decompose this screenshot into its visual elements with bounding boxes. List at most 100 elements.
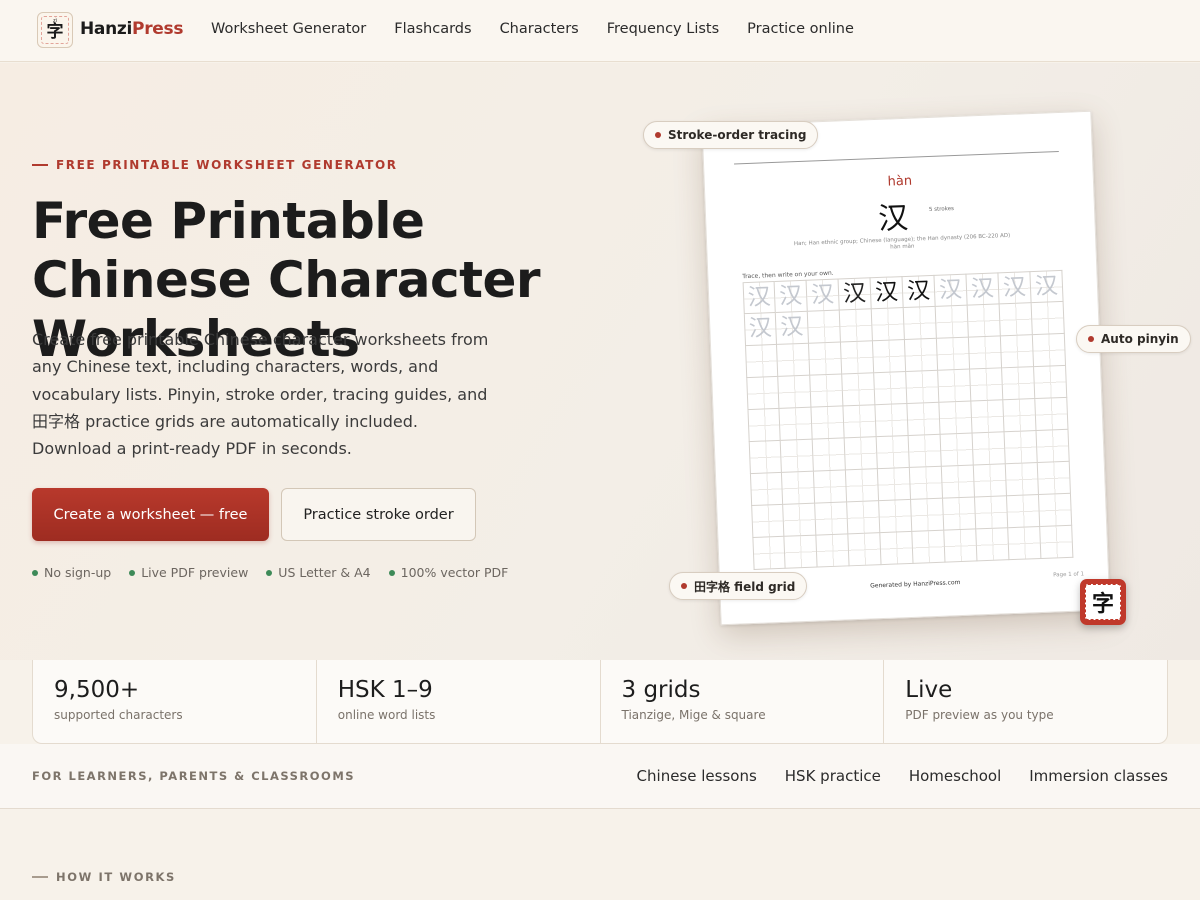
grid-cell: [909, 466, 944, 500]
logo-tile: zì 字: [41, 16, 69, 44]
grid-cell: [844, 437, 878, 471]
nav-link-characters[interactable]: Characters: [500, 21, 579, 37]
logo-icon[interactable]: zì 字: [37, 12, 73, 48]
grid-cell: 汉: [838, 277, 872, 311]
pill-field-grid: 田字格 field grid: [669, 572, 808, 600]
grid-cell: [843, 405, 877, 439]
grid-cell: [752, 536, 786, 570]
sheet-character: 汉: [877, 200, 909, 237]
grid-cell: [871, 308, 905, 342]
eyebrow-text: FREE PRINTABLE WORKSHEET GENERATOR: [56, 158, 398, 172]
logo-char: 字: [46, 22, 64, 42]
grid-cell: 汉: [806, 278, 840, 312]
grid-cell: [944, 529, 978, 563]
grid-cell: [941, 465, 976, 499]
grid-cell: [943, 497, 977, 531]
feature-checks: No sign-up Live PDF preview US Letter & …: [32, 565, 526, 580]
grid-cell: [784, 535, 818, 569]
brand-name[interactable]: HanziPress: [80, 19, 183, 39]
sheet-divider: [734, 150, 1059, 165]
nav-link-worksheet-generator[interactable]: Worksheet Generator: [211, 21, 366, 37]
grid-cell: [936, 337, 971, 371]
grid-cell: [874, 371, 908, 406]
stat-item: 9,500+ supported characters: [33, 660, 317, 743]
sheet-page-number: Page 1 of 1: [1053, 571, 1085, 579]
stat-label: supported characters: [54, 708, 183, 722]
worksheet-preview: hàn 汉 5 strokes Han; Han ethnic group; C…: [701, 110, 1111, 626]
grid-cell: [912, 530, 946, 564]
grid-cell: 汉: [902, 274, 936, 309]
grid-cell: [1004, 431, 1038, 465]
grid-cell: [911, 498, 945, 532]
grid-cell: [812, 438, 846, 472]
how-it-works-heading: HOW IT WORKS: [32, 870, 176, 884]
pill-stroke-order: Stroke-order tracing: [643, 121, 819, 149]
create-worksheet-button[interactable]: Create a worksheet — free: [32, 488, 269, 541]
check-label: Live PDF preview: [141, 565, 249, 580]
grid-cell: [781, 471, 816, 505]
nav-link-frequency-lists[interactable]: Frequency Lists: [607, 21, 719, 37]
grid-cell: [745, 344, 779, 379]
nav-link-practice-online[interactable]: Practice online: [747, 21, 854, 37]
pill-auto-pinyin: Auto pinyin: [1076, 325, 1191, 353]
audience-link-chinese-lessons[interactable]: Chinese lessons: [637, 767, 757, 785]
grid-cell: [779, 407, 813, 441]
grid-cell: [810, 374, 844, 408]
pill-dot-icon: [1088, 336, 1094, 342]
grid-cell: [1037, 461, 1071, 495]
grid-cell: [816, 534, 850, 568]
grid-cell: [906, 370, 940, 404]
grid-cell: [748, 440, 782, 475]
check-dot-icon: [266, 569, 273, 576]
grid-cell: [972, 432, 1006, 466]
eyebrow-dash: [32, 164, 48, 166]
audience-link-homeschool[interactable]: Homeschool: [909, 767, 1001, 785]
grid-cell: [777, 343, 811, 377]
audience-links: Chinese lessons HSK practice Homeschool …: [609, 767, 1168, 785]
grid-cell: [807, 310, 841, 344]
practice-stroke-order-button[interactable]: Practice stroke order: [281, 488, 476, 541]
grid-cell: [1034, 365, 1068, 400]
grid-cell: [877, 467, 912, 502]
stat-label: PDF preview as you type: [905, 708, 1054, 722]
audience-link-immersion-classes[interactable]: Immersion classes: [1029, 767, 1168, 785]
grid-cell: [876, 435, 910, 470]
grid-cell: 汉: [774, 279, 808, 313]
grid-cell: [967, 304, 1001, 338]
grid-cell: [840, 341, 875, 375]
check-label: No sign-up: [44, 565, 112, 580]
grid-cell: [908, 434, 942, 468]
nav-link-flashcards[interactable]: Flashcards: [394, 21, 471, 37]
grid-cell: [839, 309, 873, 343]
grid-cell: [848, 533, 882, 567]
check-dot-icon: [388, 569, 395, 576]
grid-cell: 汉: [870, 276, 904, 310]
grid-cell: [999, 303, 1033, 337]
check-item: 100% vector PDF: [388, 565, 508, 580]
check-item: US Letter & A4: [266, 565, 371, 580]
grid-cell: [935, 305, 969, 339]
grid-cell: 汉: [742, 280, 776, 315]
grid-cell: 汉: [966, 272, 1000, 306]
grid-cell: [1005, 463, 1039, 497]
stat-item: 3 grids Tianzige, Mige & square: [601, 660, 885, 743]
grid-cell: [813, 470, 848, 504]
grid-cell: [968, 336, 1003, 370]
audience-strip: FOR LEARNERS, PARENTS & CLASSROOMS Chine…: [0, 744, 1200, 809]
check-label: US Letter & A4: [278, 565, 371, 580]
check-item: No sign-up: [32, 565, 111, 580]
grid-cell: [1032, 333, 1067, 368]
how-it-works-text: HOW IT WORKS: [56, 870, 176, 884]
grid-cell: [747, 408, 781, 443]
stat-value: Live: [905, 677, 953, 703]
grid-cell: 汉: [998, 271, 1032, 305]
grid-cell: [780, 439, 814, 473]
grid-cell: [1038, 493, 1073, 527]
stat-label: online word lists: [337, 708, 436, 722]
stat-value: 9,500+: [54, 677, 140, 703]
audience-link-hsk-practice[interactable]: HSK practice: [785, 767, 881, 785]
grid-cell: 汉: [743, 312, 778, 347]
grid-cell: [1035, 397, 1069, 432]
grid-cell: [751, 504, 785, 539]
grid-cell: [811, 406, 845, 440]
